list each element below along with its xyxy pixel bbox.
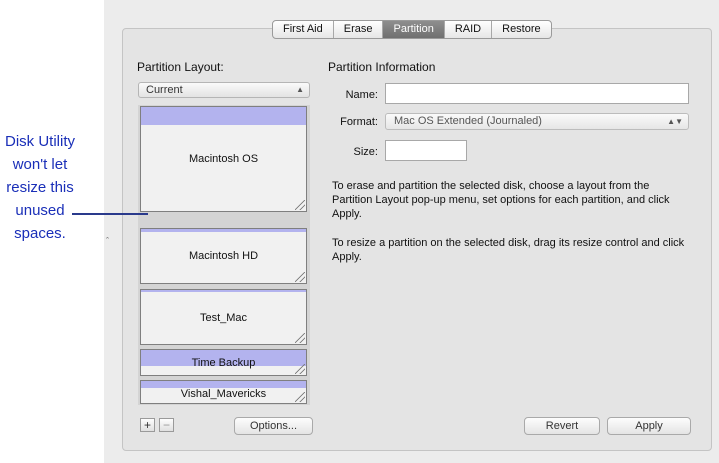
format-label: Format: bbox=[340, 116, 378, 128]
partition-macintosh-hd[interactable]: Macintosh HD bbox=[140, 228, 307, 284]
tab-first-aid[interactable]: First Aid bbox=[273, 21, 333, 38]
erase-help-text: To erase and partition the selected disk… bbox=[332, 180, 670, 220]
tab-restore[interactable]: Restore bbox=[491, 21, 551, 38]
partition-usage-bar bbox=[141, 381, 306, 388]
revert-button[interactable]: Revert bbox=[524, 417, 600, 435]
partition-test-mac[interactable]: Test_Mac bbox=[140, 289, 307, 345]
tab-partition[interactable]: Partition bbox=[382, 21, 444, 38]
partition-name: Macintosh OS bbox=[188, 153, 259, 165]
partition-usage-bar bbox=[141, 229, 306, 232]
name-field[interactable] bbox=[385, 83, 689, 104]
remove-partition-button[interactable]: − bbox=[159, 418, 174, 432]
options-button[interactable]: Options... bbox=[234, 417, 313, 435]
annotation-pointer-line bbox=[72, 213, 148, 215]
partition-name: Vishal_Mavericks bbox=[180, 388, 267, 400]
size-label: Size: bbox=[353, 146, 378, 158]
partition-name: Test_Mac bbox=[199, 312, 248, 324]
resize-grip-icon[interactable] bbox=[295, 392, 305, 402]
partition-layout-label: Partition Layout: bbox=[137, 60, 224, 74]
resize-grip-icon[interactable] bbox=[295, 200, 305, 210]
collapse-caret-icon[interactable]: ˆ bbox=[106, 236, 109, 246]
partition-vishal-mavericks[interactable]: Vishal_Mavericks bbox=[140, 380, 307, 404]
resize-grip-icon[interactable] bbox=[295, 272, 305, 282]
name-label: Name: bbox=[345, 89, 378, 101]
partition-layout-value: Current bbox=[146, 84, 183, 96]
partition-name: Macintosh HD bbox=[188, 250, 259, 262]
add-partition-button[interactable]: + bbox=[140, 418, 155, 432]
partition-macintosh-os[interactable]: Macintosh OS bbox=[140, 106, 307, 212]
format-value: Mac OS Extended (Journaled) bbox=[394, 115, 542, 127]
partition-usage-bar bbox=[141, 107, 306, 125]
popup-arrows-icon: ▲▼ bbox=[667, 117, 683, 126]
partition-usage-bar bbox=[141, 290, 306, 292]
tab-raid[interactable]: RAID bbox=[443, 21, 491, 38]
partition-time-backup[interactable]: Time Backup bbox=[140, 349, 307, 376]
annotation-area: Disk Utility won't let resize this unuse… bbox=[0, 0, 104, 463]
apply-button[interactable]: Apply bbox=[607, 417, 691, 435]
partition-information-title: Partition Information bbox=[328, 60, 436, 74]
partition-layout-popup[interactable]: Current ▲ bbox=[138, 82, 310, 98]
size-field[interactable] bbox=[385, 140, 467, 161]
partition-name: Time Backup bbox=[191, 357, 256, 369]
format-popup[interactable]: Mac OS Extended (Journaled) ▲▼ bbox=[385, 113, 689, 130]
resize-grip-icon[interactable] bbox=[295, 333, 305, 343]
tab-erase[interactable]: Erase bbox=[332, 21, 383, 38]
popup-arrows-icon: ▲ bbox=[296, 85, 304, 94]
tab-bar: First Aid Erase Partition RAID Restore bbox=[272, 20, 552, 39]
annotation-text: Disk Utility won't let resize this unuse… bbox=[5, 133, 75, 242]
resize-grip-icon[interactable] bbox=[295, 364, 305, 374]
resize-help-text: To resize a partition on the selected di… bbox=[332, 237, 685, 263]
